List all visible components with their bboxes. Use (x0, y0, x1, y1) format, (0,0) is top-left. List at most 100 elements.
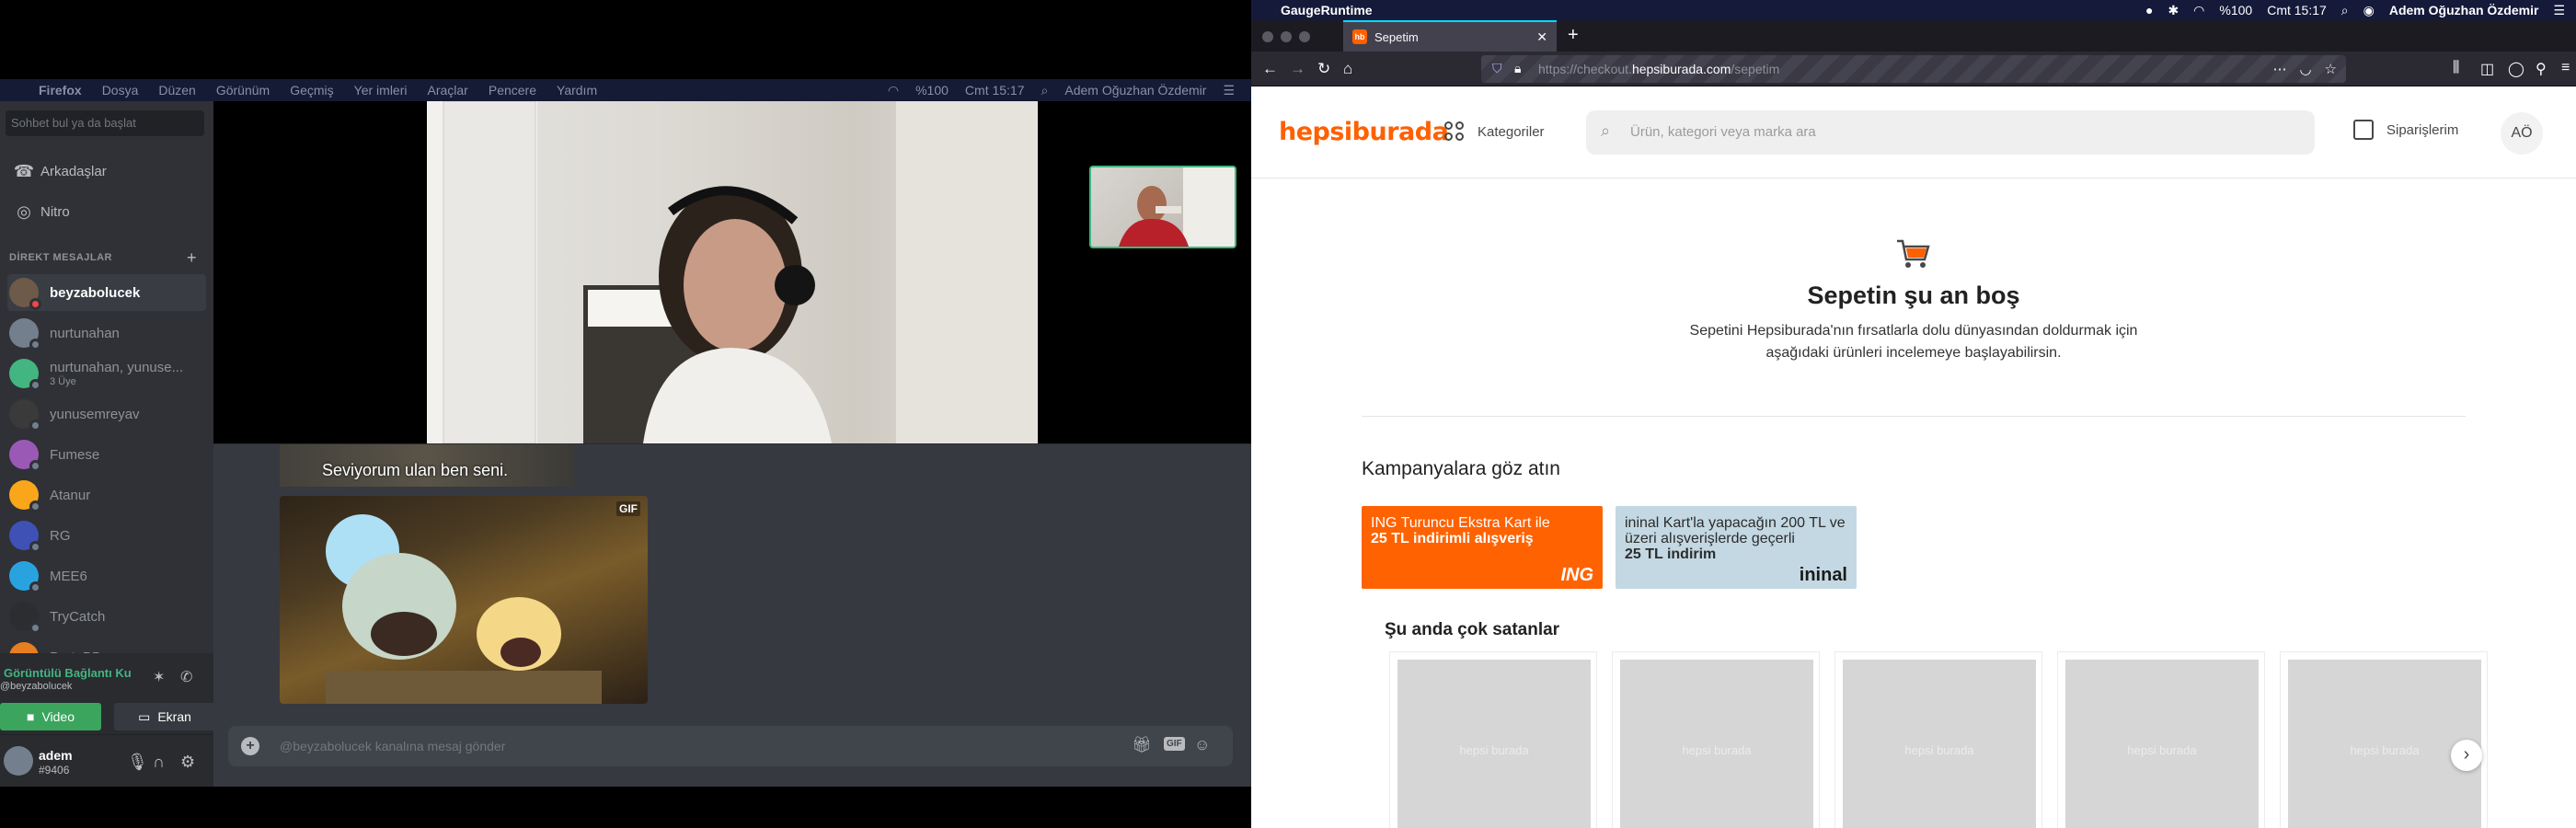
user-switch-icon[interactable]: ◉ (2363, 3, 2375, 18)
sidebar-item-label: Nitro (40, 203, 70, 220)
dm-text: nurtunahan (50, 326, 120, 341)
dm-search-input[interactable]: Sohbet bul ya da başlat (6, 110, 204, 136)
gif-picker-button[interactable]: GIF (1164, 737, 1185, 751)
battery-text[interactable]: %100 (915, 83, 949, 98)
dm-item[interactable]: MEE6 (7, 558, 206, 594)
search-icon[interactable]: ⌕ (1041, 83, 1049, 98)
noise-suppression-icon[interactable]: ✶ (153, 668, 165, 686)
product-card[interactable]: hepsi burada (2280, 651, 2488, 828)
banner-line2: 25 TL indirimli alışveriş (1371, 531, 1534, 546)
clock-text[interactable]: Cmt 15:17 (965, 83, 1025, 98)
emoji-icon[interactable]: ☺ (1194, 736, 1210, 754)
product-card[interactable]: hepsi burada (2057, 651, 2265, 828)
product-card[interactable]: hepsi burada (1612, 651, 1820, 828)
url-bar[interactable]: ⛉ 🔒︎ https://checkout.hepsiburada.com/se… (1481, 55, 2346, 83)
avatar[interactable] (4, 746, 33, 776)
reload-icon[interactable]: ↻ (1317, 60, 1330, 78)
url-path: /sepetim (1731, 62, 1780, 76)
menu-araclar[interactable]: Araçlar (428, 83, 468, 98)
dm-text: yunusemreyav (50, 407, 140, 422)
pocket-icon[interactable]: ◡ (2299, 61, 2311, 77)
product-card[interactable]: hepsi burada (1389, 651, 1597, 828)
screen-icon: ▭ (138, 708, 151, 724)
settings-gear-icon[interactable]: ⚙ (180, 753, 195, 772)
battery-text[interactable]: %100 (2219, 3, 2252, 17)
menu-app-name[interactable]: Firefox (39, 83, 82, 98)
sidebar-toggle-icon[interactable]: ◫ (2480, 60, 2494, 78)
control-center-icon[interactable]: ☰ (1223, 83, 1235, 98)
window-minimize-icon[interactable] (1281, 31, 1292, 42)
menu-app-name[interactable]: GaugeRuntime (1281, 3, 1373, 17)
close-tab-icon[interactable]: ✕ (1536, 29, 1547, 45)
sidebar-item-nitro[interactable]: ◎ Nitro (7, 193, 206, 230)
dm-item[interactable]: Fumese (7, 436, 206, 473)
extension-icon[interactable]: ⚲ (2536, 60, 2547, 78)
tab-sepetim[interactable]: hb Sepetim ✕ (1343, 20, 1557, 52)
site-search-input[interactable]: ⌕ Ürün, kategori veya marka ara (1586, 110, 2315, 155)
create-dm-icon[interactable]: + (187, 248, 197, 268)
window-close-icon[interactable] (1262, 31, 1273, 42)
dm-item[interactable]: yunusemreyav (7, 396, 206, 432)
search-icon[interactable]: ⌕ (2341, 3, 2349, 18)
account-avatar[interactable]: AÖ (2501, 112, 2543, 155)
shopping-cart-icon (1897, 239, 1930, 268)
menu-pencere[interactable]: Pencere (489, 83, 536, 98)
message-input[interactable]: + @beyzabolucek kanalına mesaj gönder 🎁︎… (228, 726, 1233, 766)
browser-screen: GaugeRuntime ● ✱ ◠ %100 Cmt 15:17 ⌕ ◉ Ad… (1251, 0, 2576, 828)
screen-share-button[interactable]: ▭ Ekran (114, 703, 215, 730)
menubar-user[interactable]: Adem Oğuzhan Özdemir (2389, 3, 2539, 17)
menu-yer-imleri[interactable]: Yer imleri (354, 83, 408, 98)
lock-icon[interactable]: 🔒︎ (1514, 61, 1521, 76)
menu-gecmis[interactable]: Geçmiş (290, 83, 333, 98)
dm-item[interactable]: Atanur (7, 477, 206, 513)
avatar (9, 399, 41, 431)
product-card[interactable]: hepsi burada (1834, 651, 2042, 828)
clock-text[interactable]: Cmt 15:17 (2267, 3, 2327, 17)
wifi-icon[interactable]: ◠ (888, 83, 899, 98)
search-icon: ⌕ (1601, 121, 1611, 140)
sidebar-item-friends[interactable]: ☎ Arkadaşlar (7, 153, 206, 190)
campaign-banner-ing[interactable]: ING Turuncu Ekstra Kart ile 25 TL indiri… (1362, 506, 1603, 589)
campaign-banner-ininal[interactable]: ininal Kart'la yapacağın 200 TL ve üzeri… (1616, 506, 1857, 589)
carousel-next-icon[interactable]: › (2451, 740, 2482, 771)
categories-button[interactable]: Kategoriler (1444, 121, 1545, 142)
banner-line2: 25 TL indirim (1625, 546, 1717, 562)
home-icon[interactable]: ⌂ (1343, 60, 1352, 78)
menu-duzen[interactable]: Düzen (158, 83, 195, 98)
gif-message[interactable]: GIF (280, 496, 648, 704)
dm-item[interactable]: nurtunahan (7, 315, 206, 351)
new-tab-icon[interactable]: + (1568, 25, 1579, 46)
menubar-user[interactable]: Adem Oğuzhan Özdemir (1064, 83, 1206, 98)
tracking-shield-icon[interactable]: ⛉ (1492, 61, 1502, 76)
menu-dosya[interactable]: Dosya (102, 83, 139, 98)
app-menu-icon[interactable]: ≡ (2561, 60, 2570, 76)
headphones-icon[interactable]: ∩ (153, 753, 165, 772)
record-icon[interactable]: ● (2145, 3, 2153, 17)
disconnect-call-icon[interactable]: ✆ (180, 668, 192, 686)
dm-item[interactable]: nurtunahan, yunuse... 3 Üye (7, 355, 206, 392)
dm-text: RG (50, 528, 71, 544)
menu-yardim[interactable]: Yardım (557, 83, 597, 98)
account-icon[interactable]: ◯ (2508, 60, 2524, 78)
orders-button[interactable]: Siparişlerim (2353, 120, 2458, 140)
gift-icon[interactable]: 🎁︎ (1132, 736, 1152, 754)
video-button[interactable]: ■ Video (0, 703, 101, 730)
back-icon[interactable]: ← (1262, 60, 1278, 78)
dm-item[interactable]: beyzabolucek (7, 274, 206, 311)
forward-icon[interactable]: → (1290, 60, 1305, 78)
self-video-preview[interactable] (1089, 166, 1236, 248)
wifi-icon[interactable]: ◠ (2193, 3, 2204, 18)
remote-video[interactable] (427, 101, 1038, 443)
control-center-icon[interactable]: ☰ (2553, 3, 2565, 18)
menu-gorunum[interactable]: Görünüm (216, 83, 270, 98)
dm-item[interactable]: RG (7, 517, 206, 554)
bluetooth-icon[interactable]: ✱ (2168, 3, 2179, 18)
hepsiburada-logo[interactable]: hepsiburada (1279, 118, 1449, 146)
microphone-icon[interactable]: 🎙︎ (127, 753, 148, 772)
dm-item[interactable]: TryCatch (7, 598, 206, 635)
bookmark-star-icon[interactable]: ☆ (2325, 61, 2337, 77)
library-icon[interactable]: ⫼ (2453, 60, 2459, 76)
window-zoom-icon[interactable] (1299, 31, 1310, 42)
attach-plus-icon[interactable]: + (241, 737, 259, 755)
page-actions-icon[interactable]: ⋯ (2272, 61, 2286, 77)
